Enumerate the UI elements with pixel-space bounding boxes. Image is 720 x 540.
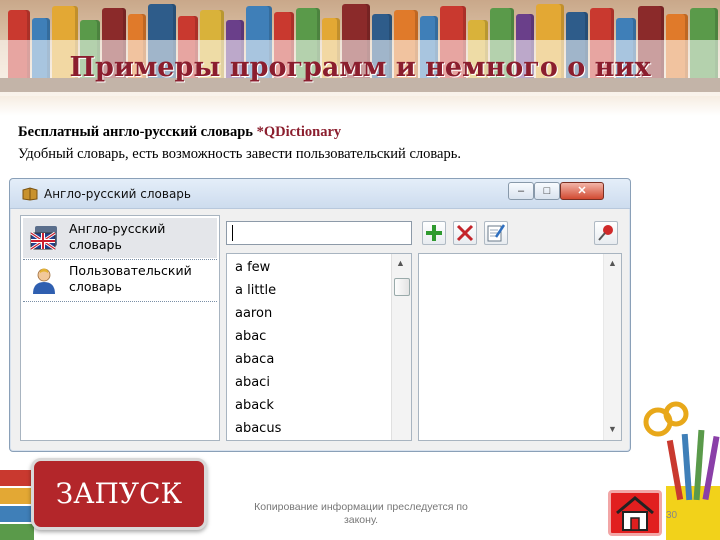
edit-word-button[interactable] — [484, 221, 508, 245]
translation-scrollbar[interactable]: ▲ ▼ — [603, 254, 621, 440]
page-number: 30 — [666, 510, 678, 521]
intro-line: Бесплатный англо-русский словарь *QDicti… — [18, 124, 341, 141]
dictionary-item-user[interactable]: Пользовательский словарь — [23, 260, 217, 302]
plus-icon — [426, 225, 442, 241]
close-button[interactable]: ✕ — [560, 182, 604, 200]
maximize-button[interactable]: □ — [534, 182, 560, 200]
program-name: *QDictionary — [256, 124, 342, 140]
scroll-down-icon[interactable]: ▼ — [608, 424, 617, 434]
launch-button[interactable]: ЗАПУСК — [31, 458, 207, 530]
minimize-button[interactable]: – — [508, 182, 534, 200]
word-list[interactable]: a few a little aaron abac abaca abaci ab… — [226, 253, 412, 441]
dictionary-label: Пользовательский словарь — [69, 263, 192, 294]
uk-flag-book-icon — [30, 226, 57, 251]
text-cursor — [232, 225, 233, 241]
description-line: Удобный словарь, есть возможность завест… — [18, 146, 461, 162]
list-item[interactable]: aback — [235, 398, 274, 413]
dictionary-list: Англо-русский словарь Пользовательский с… — [20, 215, 220, 441]
translation-pane: ▲ ▼ — [418, 253, 622, 441]
dictionary-item-english-russian[interactable]: Англо-русский словарь — [23, 218, 217, 260]
list-item[interactable]: abac — [235, 329, 266, 344]
list-item[interactable]: a few — [235, 260, 270, 275]
scrollbar-thumb[interactable] — [394, 278, 410, 296]
user-icon — [33, 268, 55, 294]
list-item[interactable]: abacus — [235, 421, 281, 436]
list-item[interactable]: abaci — [235, 375, 270, 390]
word-list-scrollbar[interactable]: ▲ — [391, 254, 411, 440]
window-title: Англо-русский словарь — [44, 187, 191, 201]
slide-title: Примеры программ и немного о них — [0, 40, 720, 96]
pin-button[interactable] — [594, 221, 618, 245]
scroll-up-icon[interactable]: ▲ — [396, 258, 405, 268]
list-item[interactable]: a little — [235, 283, 276, 298]
window-titlebar[interactable]: Англо-русский словарь – □ ✕ — [10, 179, 630, 209]
home-icon — [616, 496, 654, 531]
scroll-up-icon[interactable]: ▲ — [608, 258, 617, 268]
book-app-icon — [22, 187, 38, 201]
intro-text: Бесплатный англо-русский словарь — [18, 124, 257, 140]
list-item[interactable]: abaca — [235, 352, 274, 367]
search-input[interactable] — [226, 221, 412, 245]
dictionary-label: Англо-русский словарь — [69, 221, 166, 252]
add-word-button[interactable] — [422, 221, 446, 245]
home-button[interactable] — [608, 490, 662, 536]
edit-icon — [487, 224, 506, 242]
delete-word-button[interactable] — [453, 221, 477, 245]
delete-icon — [456, 224, 474, 242]
copyright-notice: Копирование информации преследуется по з… — [254, 501, 468, 526]
list-item[interactable]: aaron — [235, 306, 272, 321]
dictionary-window: Англо-русский словарь – □ ✕ Англо-русски… — [9, 178, 631, 452]
pin-icon — [598, 225, 613, 241]
